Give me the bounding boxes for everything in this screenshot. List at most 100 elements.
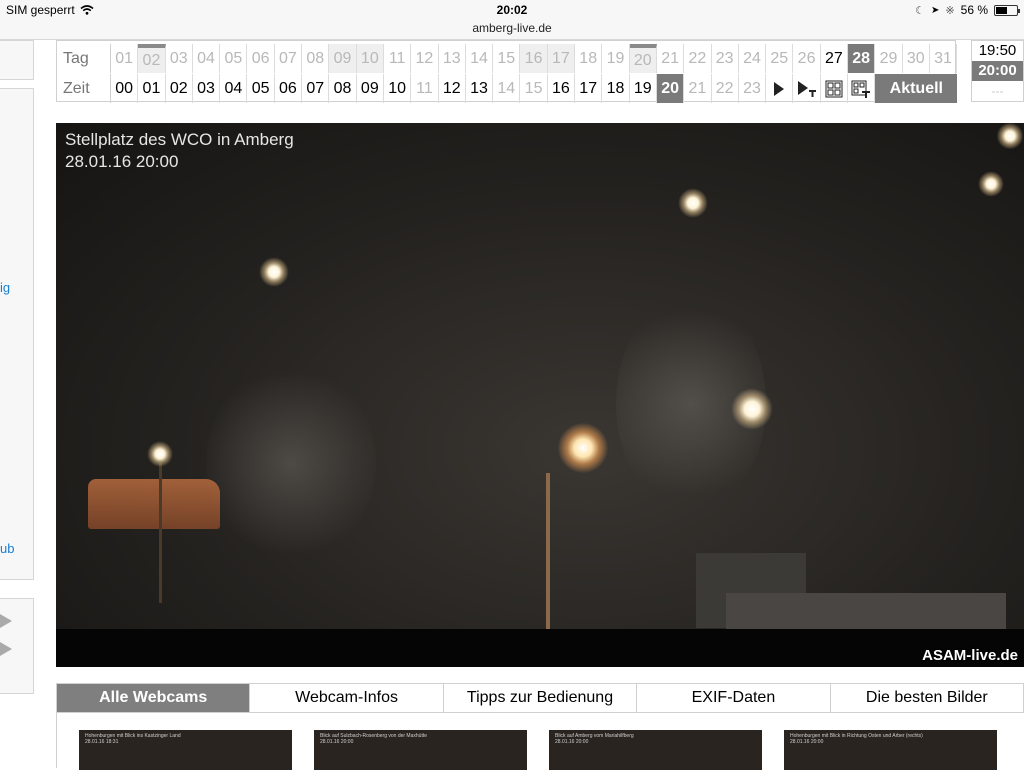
day-cell-31[interactable]: 31	[930, 44, 958, 73]
day-cell-17[interactable]: 17	[547, 44, 576, 73]
day-cell-22[interactable]: 22	[684, 44, 712, 73]
battery-percent: 56 %	[960, 3, 988, 17]
thumbnail-caption: Blick auf Sulzbach-Rosenberg von der Max…	[320, 733, 427, 745]
hour-cell-14[interactable]: 14	[493, 74, 521, 103]
day-cell-23[interactable]: 23	[712, 44, 739, 73]
day-cell-19[interactable]: 19	[602, 44, 630, 73]
day-cell-07[interactable]: 07	[275, 44, 303, 73]
day-cell-06[interactable]: 06	[247, 44, 275, 73]
play-timelapse-icon[interactable]	[793, 74, 821, 103]
thumbnail-meta: 28.01.16 20:00	[790, 739, 824, 745]
day-cell-27[interactable]: 27	[821, 44, 849, 73]
webcam-thumbnail[interactable]: Blick auf Sulzbach-Rosenberg von der Max…	[314, 730, 527, 770]
play-arrow-icon[interactable]	[0, 614, 12, 628]
day-cell-25[interactable]: 25	[766, 44, 794, 73]
hour-cell-02[interactable]: 02	[166, 74, 193, 103]
webcam-thumbnail[interactable]: Blick auf Amberg vom Mariahilfberg 28.01.…	[549, 730, 762, 770]
day-cell-08[interactable]: 08	[302, 44, 330, 73]
webcam-location: Stellplatz des WCO in Amberg	[65, 130, 294, 149]
tab-tipps-zur-bedienung[interactable]: Tipps zur Bedienung	[443, 683, 638, 713]
thumbnail-strip: Hohenburgen mit Blick ins Kastzinger Lan…	[56, 713, 1024, 770]
day-cell-13[interactable]: 13	[439, 44, 466, 73]
hour-cell-08[interactable]: 08	[329, 74, 357, 103]
day-cell-10[interactable]: 10	[356, 44, 384, 73]
hour-cell-10[interactable]: 10	[384, 74, 412, 103]
webcam-image[interactable]: Stellplatz des WCO in Amberg 28.01.16 20…	[56, 123, 1024, 667]
day-cell-21[interactable]: 21	[657, 44, 685, 73]
day-cell-12[interactable]: 12	[411, 44, 439, 73]
hour-cell-12[interactable]: 12	[439, 74, 466, 103]
sidebar-link-2[interactable]: ub	[0, 541, 14, 556]
van	[88, 479, 220, 529]
play-icon[interactable]	[766, 74, 794, 103]
day-cell-20[interactable]: 20	[629, 44, 657, 73]
hour-cell-07[interactable]: 07	[302, 74, 330, 103]
grid-timelapse-icon[interactable]	[848, 74, 876, 103]
time-next[interactable]: ---	[972, 81, 1023, 101]
webcam-overlay-title: Stellplatz des WCO in Amberg 28.01.16 20…	[65, 129, 294, 173]
webcam-thumbnail[interactable]: Hohenburgen mit Blick ins Kastzinger Lan…	[79, 730, 292, 770]
day-cell-01[interactable]: 01	[111, 44, 139, 73]
day-cell-05[interactable]: 05	[220, 44, 248, 73]
url-bar[interactable]: amberg-live.de	[0, 21, 1024, 35]
tab-webcam-infos[interactable]: Webcam-Infos	[250, 683, 444, 713]
hour-cell-19[interactable]: 19	[630, 74, 657, 103]
day-cell-02[interactable]: 02	[138, 44, 166, 73]
hour-cell-09[interactable]: 09	[357, 74, 384, 103]
day-cell-30[interactable]: 30	[903, 44, 930, 73]
clock: 20:02	[496, 3, 528, 17]
day-cell-24[interactable]: 24	[739, 44, 767, 73]
location-icon: ➤	[931, 4, 940, 16]
hour-cell-03[interactable]: 03	[193, 74, 221, 103]
day-cell-16[interactable]: 16	[520, 44, 548, 73]
status-bar: SIM gesperrt 20:02 amberg-live.de ☾ ➤ ※ …	[0, 0, 1024, 40]
hour-cell-17[interactable]: 17	[575, 74, 603, 103]
hour-cell-05[interactable]: 05	[247, 74, 275, 103]
fog-glow	[206, 363, 376, 563]
battery-icon	[994, 4, 1020, 16]
tab-die-besten-bilder[interactable]: Die besten Bilder	[830, 683, 1024, 713]
street-light	[678, 188, 708, 218]
hour-cell-18[interactable]: 18	[602, 74, 630, 103]
day-cell-09[interactable]: 09	[329, 44, 357, 73]
hour-cell-01[interactable]: 01	[138, 74, 166, 103]
day-cell-04[interactable]: 04	[193, 44, 221, 73]
aktuell-button[interactable]: Aktuell	[875, 74, 958, 103]
hour-cell-13[interactable]: 13	[466, 74, 494, 103]
day-cell-26[interactable]: 26	[793, 44, 821, 73]
hour-cell-06[interactable]: 06	[275, 74, 303, 103]
hour-cell-16[interactable]: 16	[548, 74, 576, 103]
hour-cell-23[interactable]: 23	[739, 74, 767, 103]
day-cell-29[interactable]: 29	[875, 44, 903, 73]
tab-exif-daten[interactable]: EXIF-Daten	[637, 683, 831, 713]
thumbnail-meta: 28.01.16 20:00	[555, 739, 589, 745]
hour-cell-11[interactable]: 11	[411, 74, 439, 103]
lamp-pole	[159, 463, 162, 603]
day-row: Tag 01 02 03 04 05 06 07 08 09 10 11 12 13 14 15 16 17 18…	[57, 44, 958, 73]
tab-alle-webcams[interactable]: Alle Webcams	[56, 683, 251, 713]
play-arrow-icon[interactable]	[0, 642, 12, 656]
street-light	[259, 257, 289, 287]
hour-cell-20[interactable]: 20	[656, 74, 685, 103]
lamp-pole	[546, 473, 550, 629]
webcam-thumbnail[interactable]: Hohenburgen mit Blick in Richtung Osten …	[784, 730, 997, 770]
day-cell-15[interactable]: 15	[493, 44, 521, 73]
time-previous[interactable]: 19:50	[972, 41, 1023, 61]
thumbnail-meta: 28.01.16 20:00	[320, 739, 354, 745]
hour-cell-04[interactable]: 04	[220, 74, 248, 103]
hour-cell-21[interactable]: 21	[684, 74, 712, 103]
grid-view-icon[interactable]	[821, 74, 849, 103]
day-cell-14[interactable]: 14	[466, 44, 494, 73]
hour-cell-22[interactable]: 22	[712, 74, 739, 103]
thumbnail-caption: Blick auf Amberg vom Mariahilfberg 28.01.…	[555, 733, 634, 745]
day-cell-18[interactable]: 18	[575, 44, 603, 73]
hour-row-label: Zeit	[57, 74, 111, 103]
day-cell-11[interactable]: 11	[384, 44, 412, 73]
time-current[interactable]: 20:00	[972, 61, 1023, 81]
day-cell-03[interactable]: 03	[166, 44, 193, 73]
day-cell-28[interactable]: 28	[848, 44, 876, 73]
thumbnail-meta: 28.01.16 18:31	[85, 739, 119, 745]
sidebar-link-1[interactable]: ig	[0, 280, 10, 295]
hour-cell-00[interactable]: 00	[111, 74, 139, 103]
hour-cell-15[interactable]: 15	[520, 74, 548, 103]
